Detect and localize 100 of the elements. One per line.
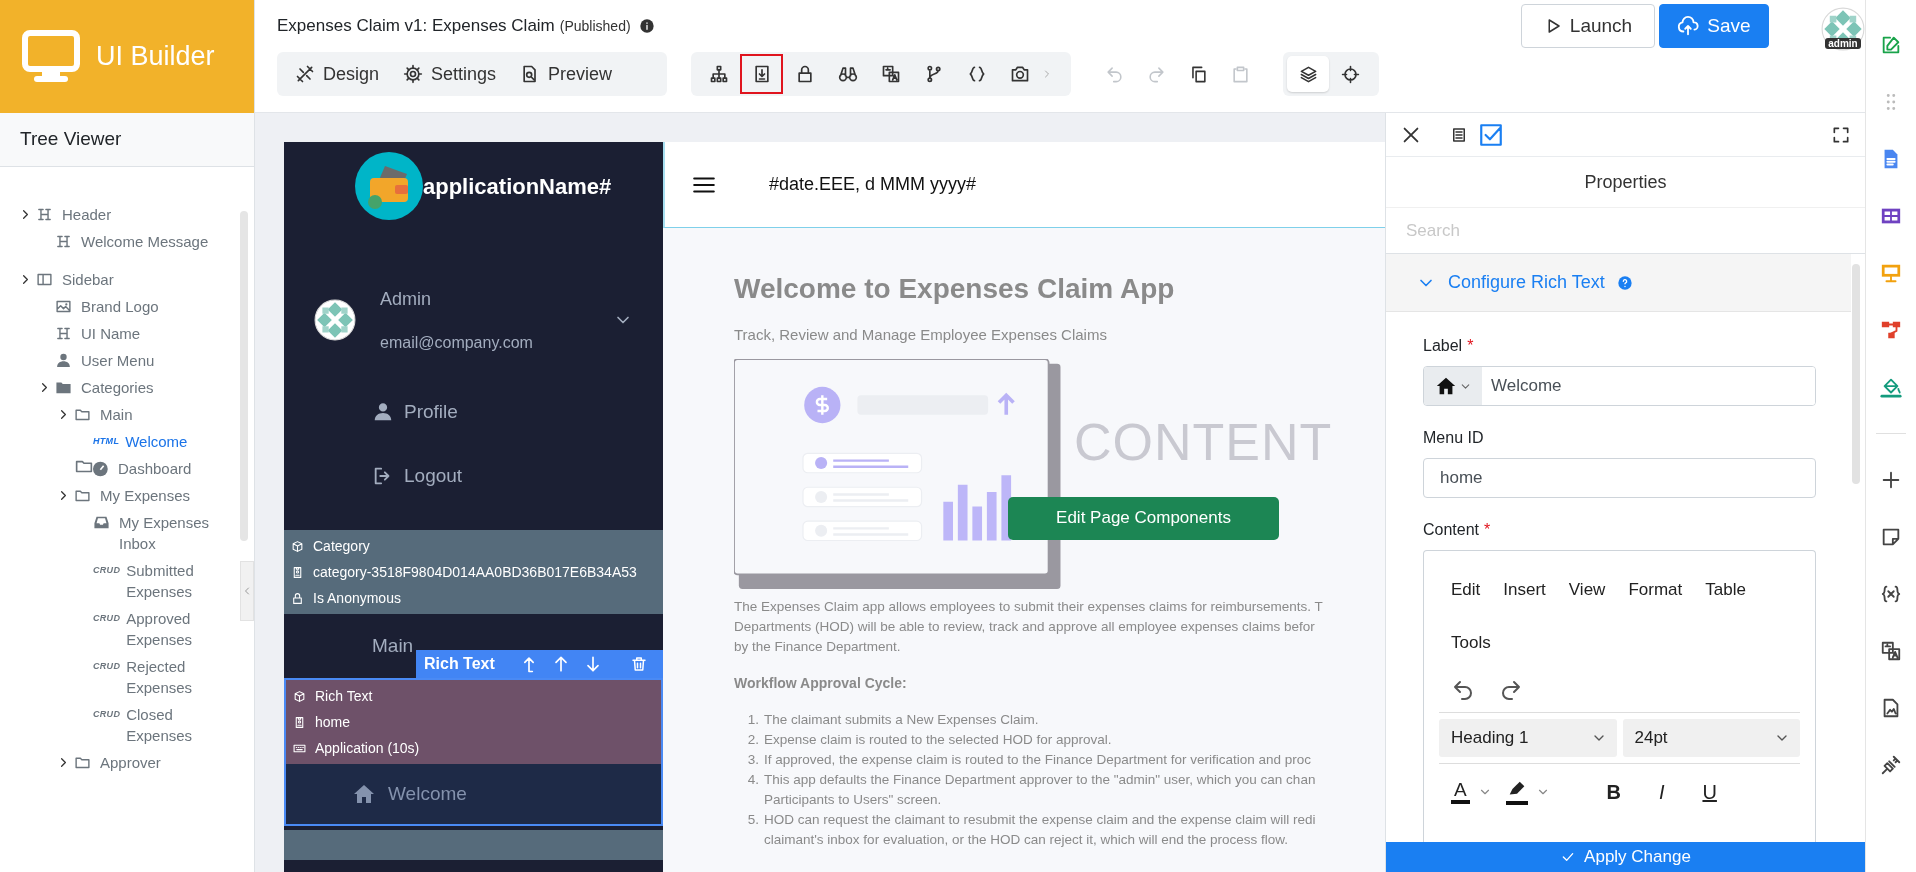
editor-menu-item[interactable]: Tools — [1451, 616, 1491, 669]
translate-button[interactable] — [1880, 640, 1902, 662]
undo-icon — [1104, 64, 1124, 84]
app-name: UI Builder — [96, 40, 215, 74]
block-format-select[interactable]: Heading 1 — [1439, 718, 1617, 757]
tree-item[interactable]: Dashboard — [0, 455, 236, 482]
input-field[interactable]: home — [1423, 458, 1816, 498]
editor-menu-item[interactable]: Edit — [1451, 563, 1481, 616]
heading-icon — [55, 233, 72, 250]
sidebar-menu-item[interactable]: Welcome — [286, 764, 661, 824]
id-badge-icon — [291, 565, 304, 579]
info-text: category-3518F9804D014AA0BD36B017E6B34A53 — [313, 562, 637, 582]
binoculars-icon — [837, 64, 858, 84]
font-color-button[interactable]: A — [1451, 779, 1492, 804]
save-button[interactable]: Save — [1659, 4, 1769, 48]
scrollbar[interactable] — [240, 211, 248, 541]
flow-button[interactable] — [1880, 319, 1902, 341]
mode-tab[interactable]: Design — [283, 54, 392, 94]
tool-button[interactable] — [740, 54, 783, 94]
tree-item[interactable]: Main — [0, 401, 236, 428]
scrollbar[interactable] — [1852, 264, 1860, 484]
format-button[interactable]: I — [1637, 773, 1686, 810]
format-button[interactable]: B — [1589, 773, 1638, 810]
list-text: HOD can request the claimant to resubmit the expense claim and the expense claim will redi claimant's inbox for evaluation, or the HOD can reject it, which will end the process flow. — [764, 810, 1316, 849]
tree-item[interactable]: My Expenses Inbox — [0, 509, 236, 557]
plus-button[interactable] — [1880, 469, 1902, 491]
tree-item[interactable]: My Expenses — [0, 482, 236, 509]
list-number: 3. — [746, 750, 759, 769]
format-button[interactable]: U — [1685, 773, 1734, 810]
label-field[interactable]: Welcome — [1423, 366, 1816, 406]
toolbar-title: Rich Text — [424, 654, 495, 674]
list-text: This app defaults the Finance Department approver to the "admin" user, which you can chan Participants to Users" screen. — [764, 770, 1316, 809]
editor-menu-item[interactable]: Insert — [1503, 563, 1546, 616]
flow-icon — [1880, 319, 1902, 341]
checkbox[interactable] — [1478, 121, 1504, 148]
mode-tab[interactable]: Preview — [508, 54, 625, 94]
variable-button[interactable] — [1880, 583, 1902, 605]
field-label: Menu ID — [1423, 428, 1485, 448]
settings-icon — [403, 64, 424, 84]
user-name: Admin — [380, 287, 433, 311]
user-icon — [372, 401, 394, 423]
tree-item[interactable]: Approver — [0, 749, 236, 776]
tree-item[interactable]: CRUD Rejected Expenses — [0, 653, 236, 701]
icon-picker[interactable] — [1424, 367, 1482, 405]
form-icon[interactable] — [1450, 125, 1468, 144]
list-number: 4. — [746, 770, 759, 789]
mode-tab[interactable]: Settings — [391, 54, 509, 94]
tree-item[interactable]: CRUD Submitted Expenses — [0, 557, 236, 605]
project-title: Expenses Claim v1: Expenses Claim — [277, 15, 555, 38]
paint-bucket-icon — [1880, 376, 1902, 398]
info-text: home — [315, 712, 351, 732]
apply-button[interactable]: Apply Change — [1386, 842, 1865, 872]
tree-item[interactable]: HTML Welcome — [0, 428, 236, 455]
editor-menu-item[interactable]: Format — [1628, 563, 1683, 616]
app-name: applicationName# — [423, 172, 612, 201]
info-icon[interactable] — [638, 18, 655, 34]
home-icon — [352, 782, 376, 806]
list-number: 2. — [746, 730, 759, 749]
list-text: If approved, the expense claim is routed to the Finance Department for verification and proc — [764, 750, 1312, 769]
sidebar-menu-item[interactable]: Logout — [284, 444, 663, 508]
help-icon — [1616, 274, 1633, 291]
plug-button[interactable] — [1880, 754, 1902, 776]
paragraph: The Expenses Claim app allows employees to submit their expenses claims for reimbursements. T Departments (HOD) will be able to review, track and approve all employee expenses claims befor by the Finance Department. — [734, 597, 1324, 656]
hierarchy-icon — [708, 64, 729, 84]
selected-component[interactable]: Rich Text home Application (10s) Welcome — [284, 678, 663, 826]
tree-item[interactable]: Welcome Message — [0, 228, 236, 255]
tree-item[interactable]: Sidebar — [0, 266, 236, 293]
list-text: Expense claim is routed to the selected HOD for approval. — [764, 730, 1112, 749]
tree-item[interactable]: CRUD Closed Expenses — [0, 701, 236, 749]
cube-icon — [293, 689, 306, 703]
tree-item[interactable]: UI Name — [0, 320, 236, 347]
tree-item[interactable]: Header — [0, 201, 236, 228]
sidebar-menu-item[interactable]: Profile — [284, 380, 663, 444]
user-icon — [55, 352, 72, 369]
tree-item[interactable]: CRUD Approved Expenses — [0, 605, 236, 653]
font-size-select[interactable]: 24pt — [1622, 718, 1800, 757]
collapse-handle[interactable] — [240, 561, 254, 621]
layers-icon — [1298, 64, 1318, 84]
image-icon — [55, 298, 72, 315]
lock-icon — [291, 591, 304, 605]
type-tag: HTML — [93, 431, 120, 452]
editor-menu-item[interactable]: View — [1568, 563, 1606, 616]
design-icon — [295, 64, 315, 84]
note-button[interactable] — [1880, 526, 1902, 548]
view-toggle[interactable] — [1287, 56, 1329, 92]
edit-components-button[interactable]: Edit Page Components — [1008, 496, 1279, 540]
avatar-label: admin — [1825, 38, 1861, 49]
editor-menu-item[interactable]: Table — [1705, 563, 1746, 616]
tree-item[interactable]: User Menu — [0, 347, 236, 374]
section-header[interactable]: Configure Rich Text — [1386, 254, 1851, 312]
edit-button[interactable] — [1880, 34, 1902, 56]
tree-item[interactable]: Categories — [0, 374, 236, 401]
paste-icon — [1230, 64, 1250, 84]
tree-item[interactable]: Brand Logo — [0, 293, 236, 320]
info-text: Rich Text — [315, 686, 373, 706]
launch-button[interactable]: Launch — [1521, 4, 1655, 48]
paint-bucket-button[interactable] — [1880, 376, 1902, 398]
type-tag: CRUD — [93, 704, 121, 725]
field-label: Label * — [1423, 336, 1475, 356]
avatar — [314, 299, 356, 341]
